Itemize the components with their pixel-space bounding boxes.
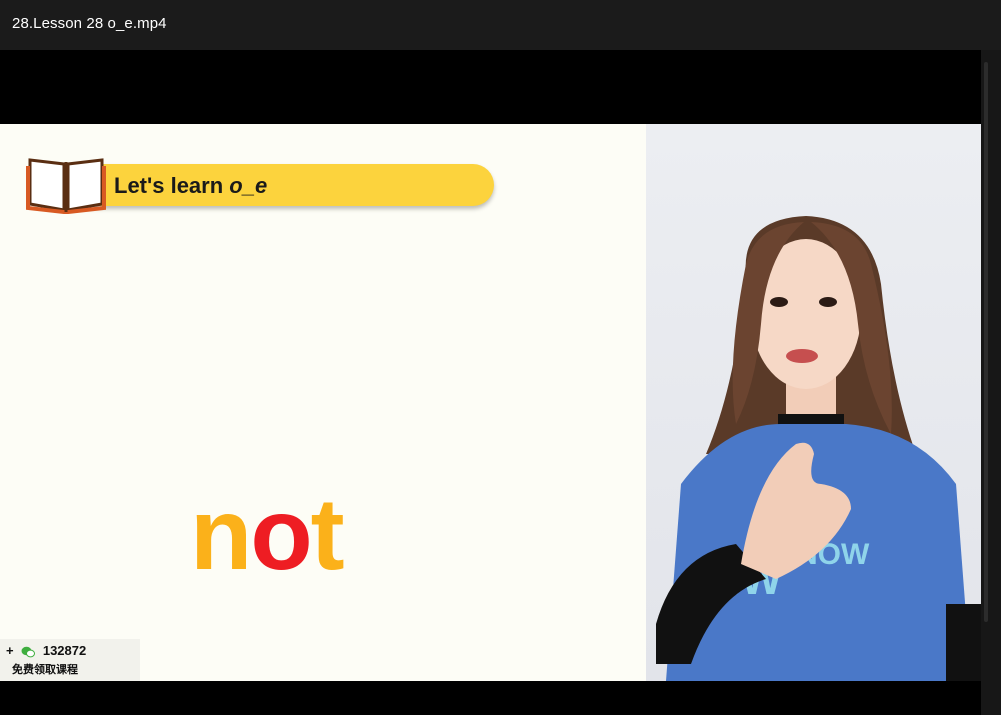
word-letter: t	[310, 477, 345, 591]
promo-plus: +	[6, 643, 14, 658]
open-book-icon	[26, 158, 106, 214]
promo-caption: 免费领取课程	[12, 664, 78, 676]
promo-watermark: + 132872 免费领取课程	[0, 639, 140, 681]
lesson-word: not	[190, 476, 345, 593]
video-frame[interactable]: Let's learn o_e not + 132872 免费领取课程 NOW	[0, 124, 981, 681]
presenter-figure: jiW NOW	[656, 216, 981, 681]
banner-prefix: Let's learn	[114, 173, 230, 198]
window-title: 28.Lesson 28 o_e.mp4	[12, 15, 167, 32]
word-letter: o	[250, 477, 312, 591]
title-bar: 28.Lesson 28 o_e.mp4	[0, 0, 1001, 50]
promo-contact: + 132872	[6, 643, 86, 658]
lesson-slide: Let's learn o_e not + 132872 免费领取课程	[0, 124, 646, 681]
banner-title: Let's learn o_e	[114, 173, 267, 199]
scrollbar-thumb[interactable]	[984, 62, 988, 622]
wechat-icon	[21, 646, 36, 657]
lesson-banner: Let's learn o_e	[26, 154, 506, 214]
banner-pattern: o_e	[229, 173, 268, 198]
presenter-video: jiW NOW	[646, 124, 981, 681]
word-letter: n	[190, 477, 252, 591]
promo-number: 132872	[42, 643, 87, 658]
